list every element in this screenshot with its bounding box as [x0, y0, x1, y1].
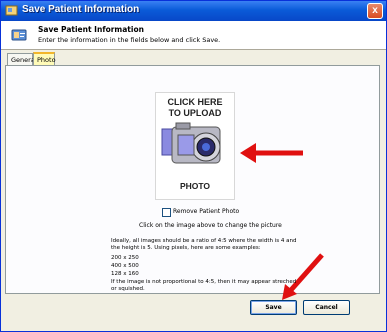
photo-caption: PHOTO	[179, 181, 211, 191]
tab-general[interactable]: General	[7, 53, 37, 65]
tab-photo[interactable]: Photo	[33, 52, 56, 66]
cancel-button[interactable]: Cancel	[303, 300, 350, 315]
example-size: 400 x 500	[111, 263, 139, 269]
close-button[interactable]: x	[367, 3, 383, 19]
title-bar[interactable]: Save Patient Information x	[1, 1, 386, 21]
remove-photo-label[interactable]: Remove Patient Photo	[173, 208, 239, 215]
app-icon	[5, 5, 18, 16]
save-button[interactable]: Save	[250, 300, 297, 315]
window-title: Save Patient Information	[22, 4, 140, 15]
upload-text-line1: CLICK HERE	[167, 97, 223, 107]
example-size: 200 x 250	[111, 255, 139, 261]
change-picture-hint: Click on the image above to change the p…	[139, 222, 282, 229]
info-text-line3: If the image is not proportional to 4:5,…	[111, 279, 297, 285]
patient-card-icon	[11, 29, 27, 41]
example-size: 128 x 160	[111, 271, 139, 277]
upload-text-line2: TO UPLOAD	[168, 108, 222, 118]
upload-photo-area[interactable]: CLICK HERE TO UPLOAD PHOTO	[155, 92, 235, 200]
remove-photo-checkbox[interactable]	[162, 208, 171, 217]
camera-icon	[161, 122, 221, 164]
info-text-line2: the height is 5. Using pixels, here are …	[111, 245, 261, 251]
header-subtitle: Enter the information in the fields belo…	[38, 36, 221, 44]
info-text-line1: Ideally, all images should be a ratio of…	[111, 238, 297, 244]
dialog-header: Save Patient Information Enter the infor…	[1, 21, 386, 50]
header-title: Save Patient Information	[38, 25, 144, 34]
info-text-line4: or squished.	[111, 286, 145, 292]
